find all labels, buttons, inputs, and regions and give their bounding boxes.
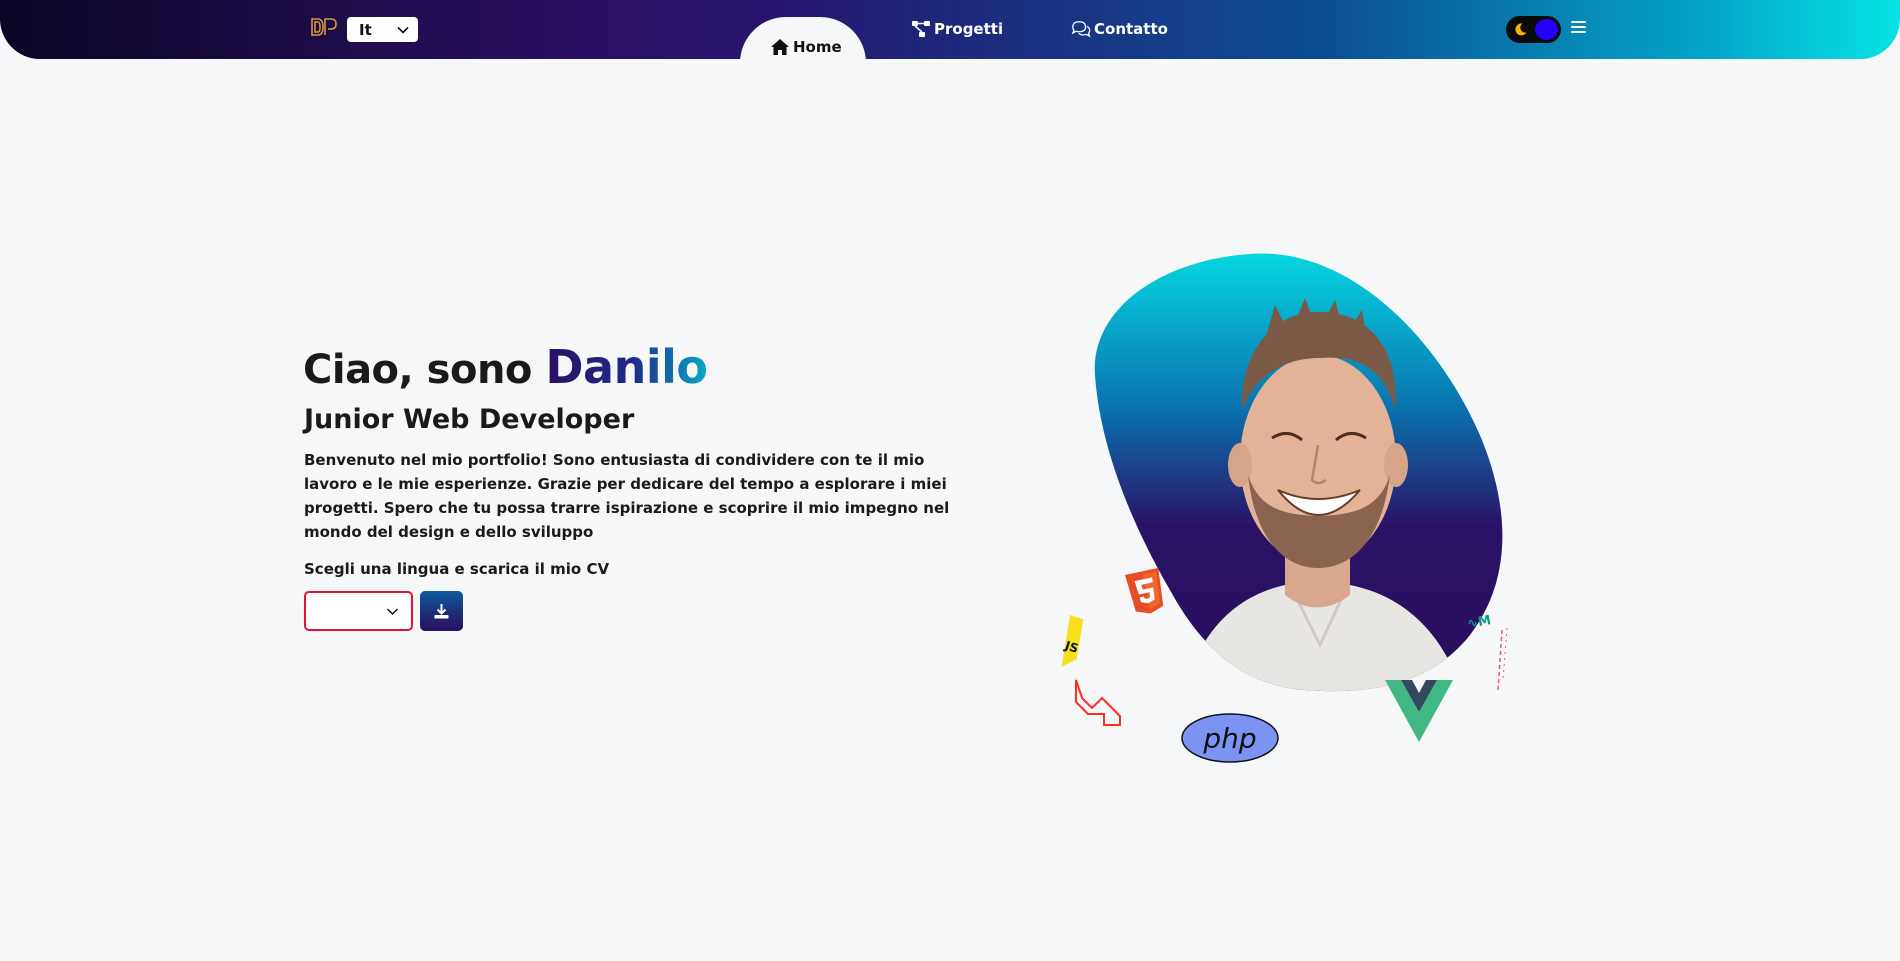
hero-greeting: Ciao, sono Danilo (303, 340, 708, 394)
language-select[interactable]: It (347, 17, 418, 42)
nav-projects-label: Progetti (934, 20, 1004, 38)
chevron-down-icon (397, 26, 409, 34)
git-icon (1497, 627, 1508, 691)
cv-download-button[interactable] (420, 591, 463, 631)
php-label: php (1202, 722, 1256, 755)
php-icon: php (1181, 713, 1279, 763)
nav-home-label: Home (793, 38, 842, 56)
hero-intro: Benvenuto nel mio portfolio! Sono entusi… (304, 451, 950, 541)
nav-home-link[interactable]: Home (770, 36, 842, 58)
toggle-knob (1535, 19, 1558, 40)
comments-icon (1071, 21, 1091, 38)
javascript-icon: JS (1061, 615, 1084, 667)
sass-icon: ∿M (1466, 613, 1492, 632)
navbar: It Home Progetti Contatto (0, 0, 1900, 63)
hero-role: Junior Web Developer (304, 404, 635, 435)
hero-visual: JS php ∿M (1050, 250, 1520, 770)
project-diagram-icon (912, 21, 930, 37)
language-select-value: It (359, 20, 372, 39)
dp-logo-icon[interactable] (310, 16, 338, 38)
nav-projects-link[interactable]: Progetti (911, 18, 1003, 40)
greeting-prefix: Ciao, sono (303, 347, 532, 393)
chevron-down-icon (386, 607, 399, 615)
hamburger-icon[interactable] (1569, 18, 1588, 36)
laravel-icon (1075, 679, 1121, 726)
nav-contact-label: Contatto (1094, 20, 1168, 38)
hero-name: Danilo (545, 340, 708, 394)
vue-icon (1385, 680, 1453, 742)
cv-language-select[interactable] (304, 591, 413, 631)
moon-icon (1515, 23, 1527, 36)
download-icon (434, 603, 449, 618)
theme-toggle[interactable] (1506, 16, 1561, 43)
cv-label: Scegli una lingua e scarica il mio CV (304, 560, 610, 578)
nav-contact-link[interactable]: Contatto (1071, 18, 1168, 40)
html5-icon (1125, 567, 1164, 614)
house-icon (771, 39, 789, 55)
